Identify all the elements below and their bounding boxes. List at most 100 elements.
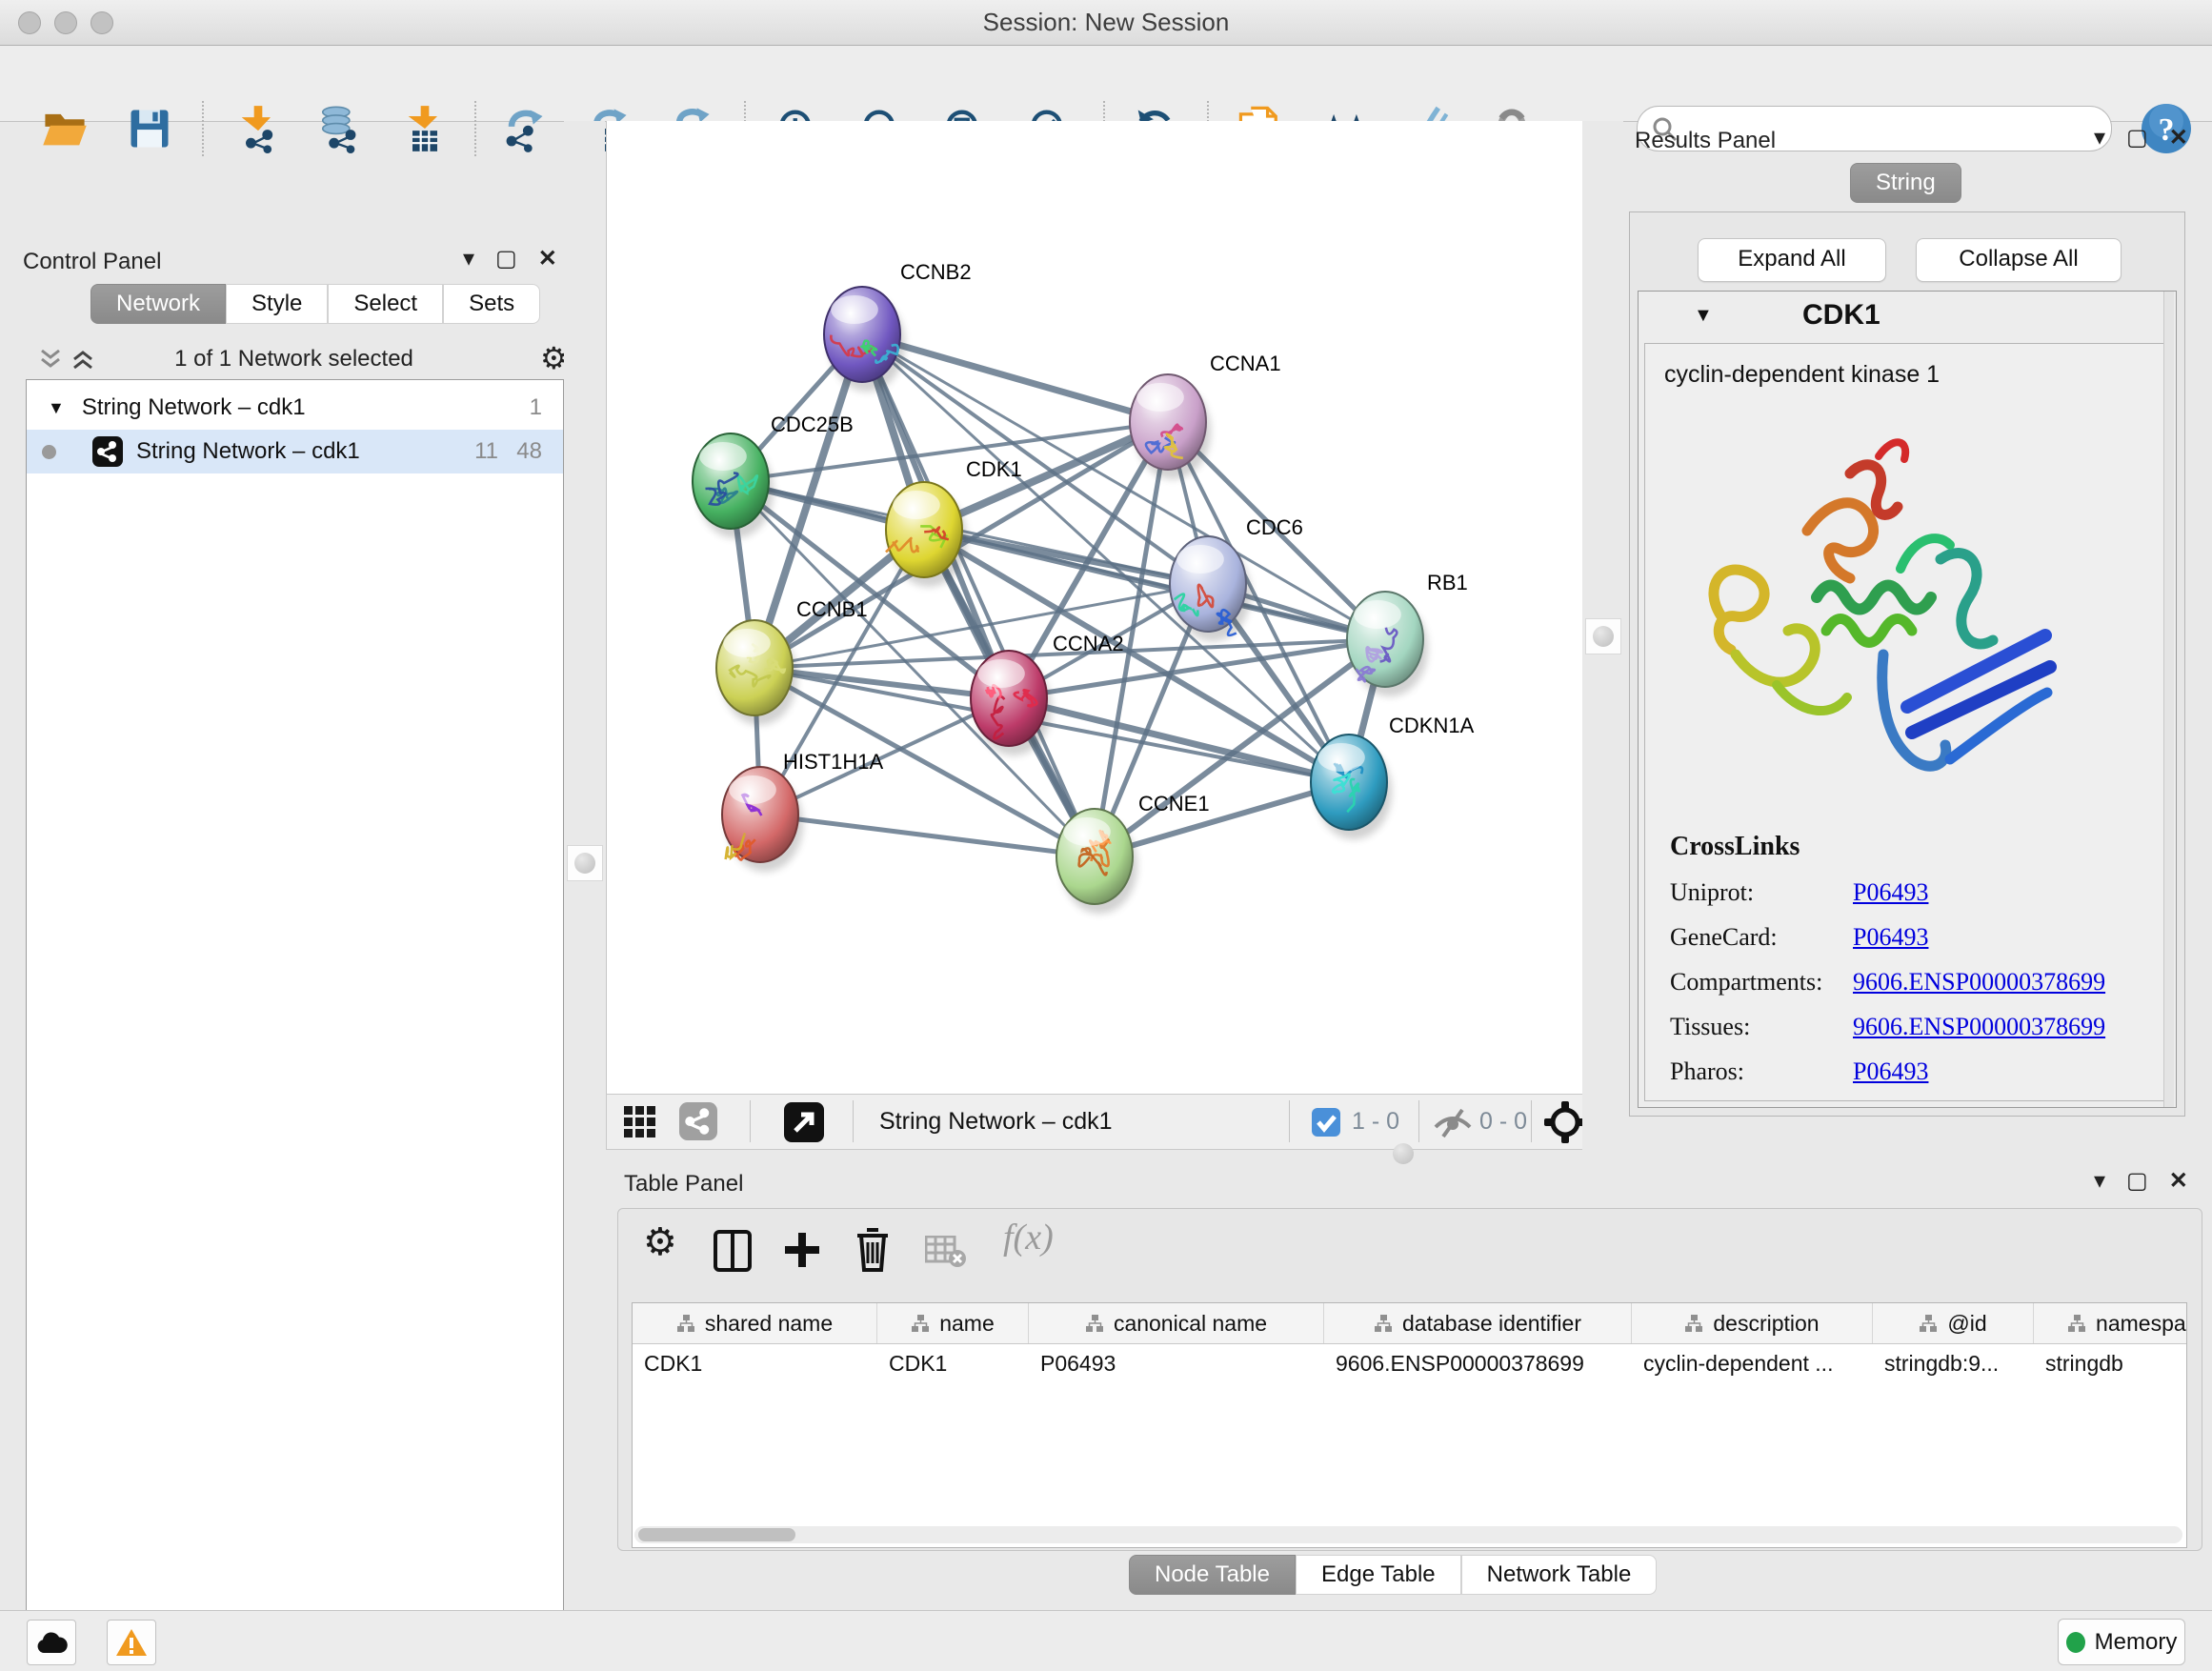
right-splitter[interactable] [1582, 121, 1623, 1160]
memory-button[interactable]: Memory [2058, 1619, 2185, 1665]
node-CCNB2[interactable] [824, 287, 905, 392]
cytoscape-window: Session: New Session [0, 0, 2212, 1671]
selected-checkbox-icon[interactable] [1312, 1108, 1340, 1137]
column-header-name[interactable]: name [877, 1303, 1029, 1343]
node-label-CCNB1: CCNB1 [796, 597, 868, 621]
crosslink-label: Pharos: [1670, 1057, 1853, 1086]
collapse-all-button[interactable]: Collapse All [1916, 238, 2122, 282]
network-view-toolbar: String Network – cdk1 1 - 0 0 - 0 [606, 1094, 1583, 1150]
column-header-database-identifier[interactable]: database identifier [1324, 1303, 1632, 1343]
column-header-namespace[interactable]: namespace [2034, 1303, 2187, 1343]
crosslink-link[interactable]: 9606.ENSP00000378699 [1853, 1013, 2105, 1041]
node-label-CCNA1: CCNA1 [1210, 352, 1281, 375]
node-CDC6[interactable] [1170, 536, 1251, 641]
crosslink-link[interactable]: P06493 [1853, 878, 1928, 907]
network-canvas[interactable]: CCNB2CCNA1CDC25BCDK1CDC6RB1CCNB1CCNA2CDK… [606, 121, 1582, 1094]
table-rows: CDK1CDK1P064939606.ENSP00000378699cyclin… [633, 1344, 2186, 1382]
expand-all-button[interactable]: Expand All [1698, 238, 1886, 282]
panel-float-icon[interactable]: ▢ [495, 245, 517, 272]
table-cell[interactable]: stringdb:9... [1873, 1351, 2034, 1377]
column-header-id[interactable]: @id [1873, 1303, 2034, 1343]
crosslinks-list: Uniprot:P06493 GeneCard:P06493 Compartment… [1645, 878, 2169, 1086]
network-view-icon[interactable] [679, 1102, 717, 1140]
panel-close-icon[interactable]: ✕ [2169, 124, 2188, 151]
panel-close-icon[interactable]: ✕ [2169, 1167, 2188, 1195]
splitter-handle[interactable] [1585, 618, 1621, 654]
node-HIST1H1A[interactable] [722, 767, 803, 872]
table-horizontal-scrollbar[interactable] [634, 1526, 2182, 1543]
results-scrollbar[interactable] [2163, 292, 2174, 1107]
tree-expander-icon[interactable]: ▼ [48, 398, 65, 418]
tab-node-table[interactable]: Node Table [1129, 1555, 1296, 1595]
window-title: Session: New Session [0, 0, 2212, 45]
column-type-icon [1684, 1314, 1703, 1333]
control-panel: Control Panel ▾ ▢ ✕ NetworkStyleSelectSe… [0, 121, 564, 1610]
table-cell[interactable]: CDK1 [877, 1351, 1029, 1377]
column-type-icon [911, 1314, 930, 1333]
table-cell[interactable]: P06493 [1029, 1351, 1324, 1377]
crosslink-link[interactable]: 9606.ENSP00000378699 [1853, 968, 2105, 997]
delete-table-icon-disabled [925, 1236, 967, 1268]
warnings-button[interactable] [107, 1620, 156, 1665]
navigator-crosshair-icon[interactable] [1544, 1101, 1586, 1143]
table-row[interactable]: CDK1CDK1P064939606.ENSP00000378699cyclin… [633, 1344, 2186, 1382]
control-panel-title: Control Panel [23, 249, 161, 275]
network-collection-label: String Network – cdk1 [82, 394, 306, 421]
edge-CCNB2-CCNE1[interactable] [862, 334, 1095, 856]
edge-HIST1H1A-CCNE1[interactable] [760, 815, 1095, 856]
node-RB1[interactable] [1347, 592, 1428, 696]
crosslink-link[interactable]: P06493 [1853, 1057, 1928, 1086]
tab-edge-table[interactable]: Edge Table [1296, 1555, 1461, 1595]
crosslink-link[interactable]: P06493 [1853, 923, 1928, 952]
column-header-canonical-name[interactable]: canonical name [1029, 1303, 1324, 1343]
netbar-separator [1531, 1100, 1532, 1142]
section-expander-icon[interactable]: ▼ [1694, 305, 1713, 327]
panel-dropdown-icon[interactable]: ▾ [2094, 124, 2105, 151]
node-CCNB1[interactable] [716, 620, 797, 725]
network-view-title: String Network – cdk1 [879, 1095, 1113, 1149]
network-collection-row[interactable]: ▼ String Network – cdk1 1 [27, 386, 563, 430]
tab-sets[interactable]: Sets [443, 284, 540, 324]
network-row-selected[interactable]: String Network – cdk1 11 48 [27, 430, 563, 473]
node-CCNE1[interactable] [1056, 809, 1137, 914]
tab-network-table[interactable]: Network Table [1461, 1555, 1658, 1595]
add-column-icon[interactable] [782, 1230, 822, 1270]
open-in-new-window-icon[interactable] [784, 1102, 824, 1142]
column-header-description[interactable]: description [1632, 1303, 1873, 1343]
table-cell[interactable]: 9606.ENSP00000378699 [1324, 1351, 1632, 1377]
cloud-status-button[interactable] [27, 1620, 76, 1665]
panel-float-icon[interactable]: ▢ [2126, 124, 2148, 151]
scrollbar-thumb[interactable] [638, 1528, 795, 1541]
crosslink-row: Pharos:P06493 [1670, 1057, 2169, 1086]
panel-dropdown-icon[interactable]: ▾ [2094, 1167, 2105, 1195]
crosslink-label: Compartments: [1670, 968, 1853, 997]
grid-view-icon[interactable] [622, 1104, 658, 1140]
crosslink-row: GeneCard:P06493 [1670, 923, 2169, 952]
table-cell[interactable]: stringdb [2034, 1351, 2187, 1377]
tab-style[interactable]: Style [226, 284, 328, 324]
table-cell[interactable]: cyclin-dependent ... [1632, 1351, 1873, 1377]
show-columns-icon[interactable] [714, 1230, 752, 1272]
crosslink-row: Uniprot:P06493 [1670, 878, 2169, 907]
tab-select[interactable]: Select [328, 284, 443, 324]
panel-close-icon[interactable]: ✕ [538, 245, 557, 272]
panel-dropdown-icon[interactable]: ▾ [463, 245, 474, 272]
string-network-icon [92, 436, 123, 467]
collection-count: 1 [530, 394, 542, 421]
node-label-CCNB2: CCNB2 [900, 260, 972, 284]
node-CDKN1A[interactable] [1311, 735, 1392, 839]
left-splitter[interactable] [564, 121, 605, 1610]
network-selected-status: 1 of 1 Network selected [26, 346, 562, 372]
tab-string[interactable]: String [1850, 163, 1961, 203]
node-label-CCNA2: CCNA2 [1053, 632, 1124, 655]
network-selection-row: 1 of 1 Network selected ⚙ [26, 338, 562, 378]
column-header-shared-name[interactable]: shared name [633, 1303, 877, 1343]
table-cell[interactable]: CDK1 [633, 1351, 877, 1377]
splitter-handle[interactable] [567, 845, 603, 881]
tab-network[interactable]: Network [90, 284, 226, 324]
node-label-CCNE1: CCNE1 [1138, 792, 1210, 815]
panel-float-icon[interactable]: ▢ [2126, 1167, 2148, 1195]
delete-column-icon[interactable] [855, 1228, 891, 1272]
network-graph: CCNB2CCNA1CDC25BCDK1CDC6RB1CCNB1CCNA2CDK… [607, 121, 1582, 1094]
table-settings-gear-icon[interactable]: ⚙ [643, 1220, 677, 1264]
